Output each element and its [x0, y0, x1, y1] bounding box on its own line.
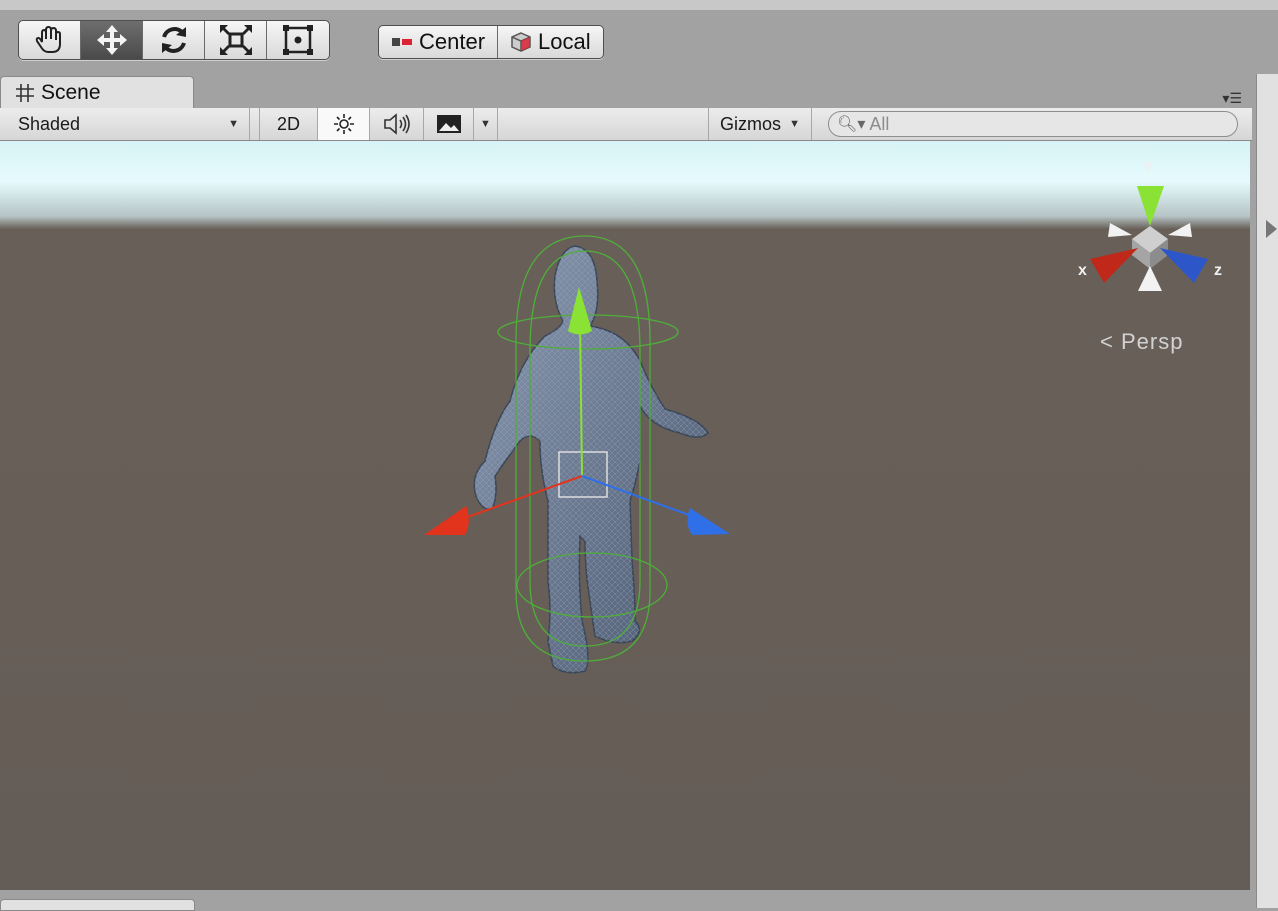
chevron-down-icon: ▼: [480, 118, 491, 130]
side-panel-edge: [1256, 74, 1278, 908]
toolbar-spacer: [250, 108, 260, 140]
draw-mode-label: Shaded: [18, 113, 81, 134]
audio-toggle-button[interactable]: [370, 108, 424, 140]
scene-viewport[interactable]: y x z < Persp: [0, 141, 1250, 890]
tab-scene[interactable]: Scene: [0, 76, 194, 108]
rotate-icon: [161, 27, 186, 53]
pivot-local-button[interactable]: Local: [498, 26, 603, 58]
hand-icon: [35, 25, 61, 53]
effects-toggle-button[interactable]: [424, 108, 474, 140]
scale-icon: [219, 25, 252, 55]
scale-tool-button[interactable]: [205, 21, 267, 59]
lighting-toggle-button[interactable]: [318, 108, 370, 140]
scene-render: [424, 186, 1208, 674]
orientation-gizmo[interactable]: [1090, 186, 1208, 291]
axis-label-z: z: [1214, 262, 1222, 279]
tab-scene-label: Scene: [41, 80, 101, 104]
x-axis-handle[interactable]: [424, 506, 469, 535]
sun-icon: [333, 114, 354, 134]
rect-transform-icon: [283, 25, 313, 55]
main-toolbar: Center Local: [0, 10, 1278, 76]
expand-arrow-icon[interactable]: [1266, 220, 1277, 238]
pivot-center-button[interactable]: Center: [379, 26, 499, 58]
pivot-center-label: Center: [419, 29, 486, 54]
rect-tool-button[interactable]: [267, 21, 329, 59]
2d-toggle-button[interactable]: 2D: [260, 108, 318, 140]
search-icon: 🔍︎▾: [837, 116, 866, 133]
pivot-toggle-group: Center Local: [378, 25, 604, 59]
scene-search-field[interactable]: 🔍︎▾ All: [828, 111, 1238, 137]
gizmos-dropdown[interactable]: Gizmos ▼: [708, 108, 812, 140]
chevron-down-icon: ▼: [789, 118, 800, 130]
axis-label-y: y: [1144, 157, 1153, 174]
tab-menu-icon[interactable]: ▾☰: [1222, 90, 1242, 107]
axis-label-x: x: [1078, 262, 1087, 279]
tab-row: Scene ▾☰: [0, 76, 1278, 108]
move-arrows-icon: [96, 25, 127, 55]
pivot-center-icon: [392, 38, 412, 46]
grid-hash-icon: [16, 83, 34, 102]
pivot-local-label: Local: [538, 29, 591, 54]
chevron-down-icon: ▼: [228, 118, 239, 130]
rotate-tool-button[interactable]: [143, 21, 205, 59]
transform-tools: [18, 20, 330, 60]
character-model[interactable]: [473, 245, 709, 674]
search-placeholder: All: [869, 113, 890, 134]
projection-toggle[interactable]: < Persp: [1100, 329, 1183, 355]
image-icon: [436, 115, 461, 133]
projection-label: Persp: [1120, 329, 1184, 354]
local-cube-icon: [511, 32, 531, 52]
scene-toolbar: Shaded ▼ 2D ▼ Gizmos ▼ 🔍︎▾ All: [0, 108, 1252, 141]
move-tool-button[interactable]: [81, 21, 143, 59]
gizmos-label: Gizmos: [720, 113, 782, 134]
effects-dropdown-button[interactable]: ▼: [474, 108, 498, 140]
draw-mode-dropdown[interactable]: Shaded ▼: [0, 108, 250, 140]
persp-chevron-icon: <: [1100, 329, 1114, 354]
speaker-icon: [383, 113, 410, 135]
window-top-strip: [0, 0, 1278, 10]
bottom-tab[interactable]: [0, 899, 195, 911]
2d-toggle-label: 2D: [276, 113, 300, 134]
hand-tool-button[interactable]: [19, 21, 81, 59]
z-axis-handle[interactable]: [687, 508, 730, 535]
